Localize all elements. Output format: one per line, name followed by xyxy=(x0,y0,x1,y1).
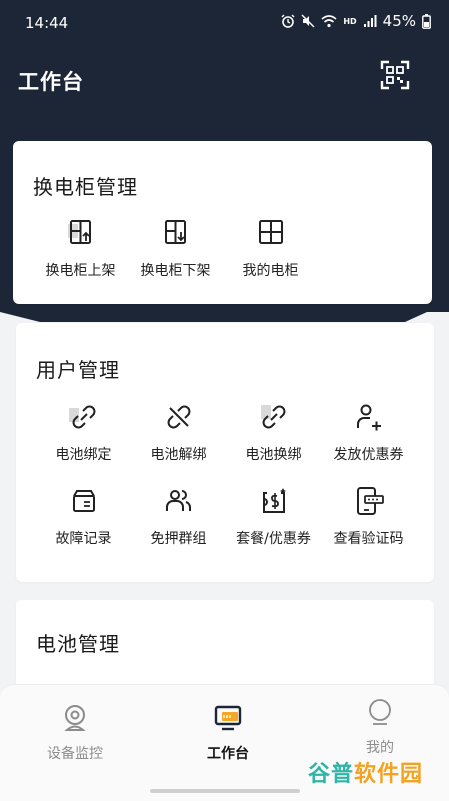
hd-indicator: HD xyxy=(343,16,357,26)
my-cabinet-item[interactable]: 我的电柜 xyxy=(223,218,318,280)
battery-bind-label: 电池绑定 xyxy=(55,447,112,463)
alarm-icon xyxy=(281,14,295,28)
watermark-part2: 软件园 xyxy=(354,762,424,787)
workbench-icon xyxy=(214,705,242,731)
watermark-part1: 谷普 xyxy=(308,762,355,787)
user-management-card: 用户管理 电池绑定 电池解绑 电池换绑 发放优惠券 故障记录 免押群组 套餐/优… xyxy=(16,323,434,582)
view-code-label: 查看验证码 xyxy=(333,531,404,547)
tab-workbench-label: 工作台 xyxy=(207,746,249,762)
cabinet-down-item[interactable]: 换电柜下架 xyxy=(128,218,223,280)
fault-record-item[interactable]: 故障记录 xyxy=(36,486,131,548)
cabinet-up-item[interactable]: 换电柜上架 xyxy=(33,218,128,280)
battery-percent: 45% xyxy=(382,12,416,30)
fault-record-label: 故障记录 xyxy=(55,531,112,547)
issue-coupon-label: 发放优惠券 xyxy=(333,447,404,463)
link-icon xyxy=(72,405,95,429)
tab-mine-label: 我的 xyxy=(366,740,394,756)
scan-button[interactable] xyxy=(380,60,410,90)
cabinet-management-card: 换电柜管理 换电柜上架 换电柜下架 我的电柜 xyxy=(13,141,432,304)
add-user-icon xyxy=(356,404,381,431)
wifi-icon xyxy=(321,15,337,28)
battery-icon xyxy=(422,13,431,29)
issue-coupon-item[interactable]: 发放优惠券 xyxy=(321,402,416,464)
home-indicator xyxy=(150,789,300,793)
cabinet-down-label: 换电柜下架 xyxy=(140,263,211,279)
page-title: 工作台 xyxy=(18,70,84,94)
cabinet-grid-icon xyxy=(258,220,283,244)
cabinet-up-label: 换电柜上架 xyxy=(45,263,116,279)
package-coupon-item[interactable]: 套餐/优惠券 xyxy=(226,486,321,548)
package-coupon-label: 套餐/优惠券 xyxy=(236,531,311,547)
user-section-title: 用户管理 xyxy=(36,358,120,382)
status-bar: 14:44 HD 45% xyxy=(0,0,449,46)
fault-box-icon xyxy=(72,490,95,512)
deposit-free-group-label: 免押群组 xyxy=(150,531,207,547)
status-time: 14:44 xyxy=(25,14,69,32)
profile-icon xyxy=(369,699,391,725)
coupon-icon xyxy=(262,488,286,513)
tab-mine[interactable]: 我的 xyxy=(325,697,435,757)
view-code-item[interactable]: 查看验证码 xyxy=(321,486,416,548)
status-icons: HD 45% xyxy=(281,12,431,30)
battery-bind-item[interactable]: 电池绑定 xyxy=(36,402,131,464)
tab-workbench[interactable]: 工作台 xyxy=(173,703,283,763)
battery-unbind-item[interactable]: 电池解绑 xyxy=(131,402,226,464)
watermark: 谷普软件园 xyxy=(308,756,423,788)
cabinet-section-title: 换电柜管理 xyxy=(33,175,138,199)
tab-device-monitor-label: 设备监控 xyxy=(47,746,103,762)
battery-rebind-label: 电池换绑 xyxy=(245,447,302,463)
my-cabinet-label: 我的电柜 xyxy=(242,263,299,279)
phone-code-icon xyxy=(356,487,384,515)
signal-icon xyxy=(363,15,377,27)
deposit-free-group-item[interactable]: 免押群组 xyxy=(131,486,226,548)
qr-scan-icon xyxy=(380,60,410,90)
relink-icon xyxy=(262,405,285,429)
battery-rebind-item[interactable]: 电池换绑 xyxy=(226,402,321,464)
cabinet-down-icon xyxy=(164,220,186,244)
battery-section-title: 电池管理 xyxy=(36,632,120,656)
tab-device-monitor[interactable]: 设备监控 xyxy=(20,703,130,763)
camera-icon xyxy=(64,705,86,731)
battery-unbind-label: 电池解绑 xyxy=(150,447,207,463)
mute-icon xyxy=(301,14,315,28)
unlink-icon xyxy=(167,405,190,429)
group-icon xyxy=(165,490,191,511)
cabinet-up-icon xyxy=(69,220,91,244)
